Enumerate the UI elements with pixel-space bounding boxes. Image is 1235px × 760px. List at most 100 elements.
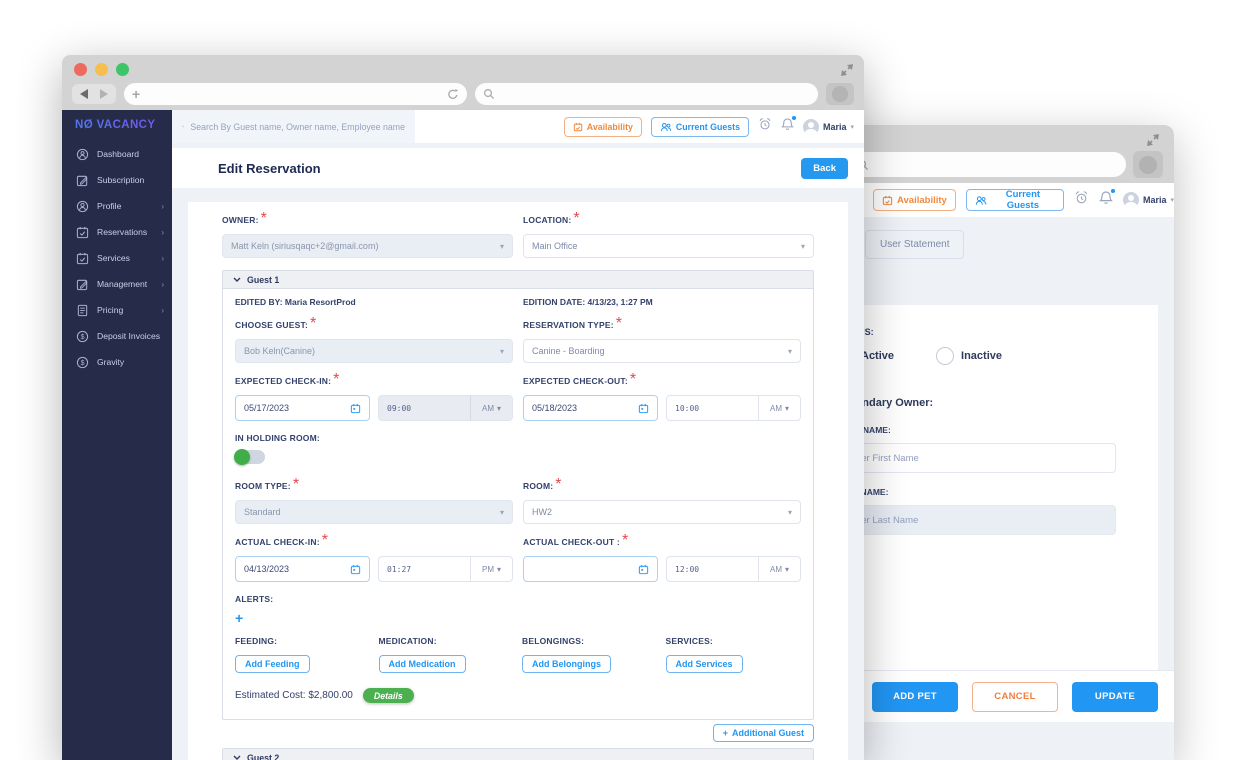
- current-guests-label: Current Guests: [675, 121, 740, 132]
- expected-checkout-date[interactable]: 05/18/2023: [523, 395, 658, 421]
- guest-2-section: Guest 2 EDITED BY: Maria ResortProd EDIT…: [222, 748, 814, 760]
- sidebar: NØ VACANCY Dashboard Subscription Profil…: [62, 110, 172, 760]
- new-tab-icon[interactable]: +: [132, 87, 140, 101]
- additional-guest-button[interactable]: + Additional Guest: [712, 724, 814, 742]
- feeding-label: FEEDING:: [235, 636, 278, 646]
- room-select[interactable]: HW2 ▾: [523, 500, 801, 524]
- sidebar-item-subscription[interactable]: Subscription: [62, 167, 172, 193]
- dollar-circle-icon: $: [76, 356, 89, 368]
- dollar-circle-icon: $: [76, 330, 89, 342]
- availability-label: Availability: [586, 121, 633, 132]
- add-feeding-button[interactable]: Add Feeding: [235, 655, 310, 673]
- choose-guest-select[interactable]: Bob Keln(Canine) ▾: [235, 339, 513, 363]
- forward-nav-icon[interactable]: [100, 89, 108, 99]
- expected-checkout-time[interactable]: 10:00 AM ▾: [666, 395, 801, 421]
- global-search-input[interactable]: Search By Guest name, Owner name, Employ…: [172, 110, 415, 143]
- user-name: Maria: [1142, 195, 1167, 205]
- refresh-icon[interactable]: [447, 88, 459, 101]
- user-menu[interactable]: Maria ▾: [1122, 192, 1174, 208]
- first-name-field[interactable]: [836, 443, 1116, 473]
- add-services-button[interactable]: Add Services: [665, 655, 743, 673]
- search-icon: [182, 125, 185, 128]
- actual-checkin-date[interactable]: 04/13/2023: [235, 556, 370, 582]
- holding-room-toggle[interactable]: [234, 449, 265, 465]
- chevron-down-icon: ▾: [499, 346, 504, 356]
- zoom-window-icon[interactable]: [116, 62, 129, 76]
- svg-text:$: $: [81, 359, 85, 366]
- actual-checkout-time[interactable]: 12:00 AM ▾: [666, 556, 801, 582]
- details-button[interactable]: Details: [362, 688, 414, 703]
- chevron-down-icon: ▾: [784, 564, 789, 574]
- notifications-bell-icon[interactable]: [781, 116, 796, 136]
- browser-avatar[interactable]: [826, 83, 854, 105]
- calendar-icon[interactable]: [638, 403, 649, 414]
- sidebar-item-label: Services: [97, 253, 130, 263]
- close-window-icon[interactable]: [74, 62, 87, 76]
- sidebar-item-pricing[interactable]: Pricing ›: [62, 297, 172, 323]
- chevron-down-icon: ▾: [499, 507, 504, 517]
- chevron-down-icon: ▾: [787, 346, 792, 356]
- update-button[interactable]: UPDATE: [1072, 681, 1158, 712]
- calendar-icon: [882, 195, 893, 205]
- sidebar-item-dashboard[interactable]: Dashboard: [62, 141, 172, 167]
- radio-inactive[interactable]: [936, 347, 955, 365]
- sidebar-item-management[interactable]: Management ›: [62, 271, 172, 297]
- browser-search-field[interactable]: [475, 83, 818, 105]
- sidebar-item-services[interactable]: Services ›: [62, 245, 172, 271]
- calendar-check-icon: [76, 252, 89, 264]
- availability-button[interactable]: Availability: [563, 116, 642, 137]
- url-bar[interactable]: +: [124, 83, 467, 105]
- expected-checkin-time[interactable]: 09:00 AM ▾: [378, 395, 513, 421]
- actual-checkout-date[interactable]: [523, 556, 658, 582]
- add-pet-button[interactable]: ADD PET: [872, 681, 958, 712]
- expected-checkin-date[interactable]: 05/17/2023: [235, 395, 370, 421]
- guest-1-header[interactable]: Guest 1: [223, 271, 813, 289]
- guest-2-header[interactable]: Guest 2: [223, 749, 813, 760]
- dashboard-icon: [76, 148, 89, 160]
- back-button[interactable]: Back: [801, 157, 848, 179]
- window-titlebar: [62, 55, 864, 83]
- document-icon: [77, 304, 88, 316]
- add-belongings-button[interactable]: Add Belongings: [522, 655, 611, 673]
- reservation-type-select[interactable]: Canine - Boarding ▾: [523, 339, 801, 363]
- add-medication-button[interactable]: Add Medication: [378, 655, 466, 673]
- back-nav-icon[interactable]: [80, 89, 88, 99]
- calendar-icon[interactable]: [350, 564, 361, 575]
- expand-icon[interactable]: [1146, 133, 1160, 152]
- sidebar-item-gravity[interactable]: $ Gravity: [62, 349, 172, 375]
- actual-checkin-time[interactable]: 01:27 PM ▾: [378, 556, 513, 582]
- room-type-select[interactable]: Standard ▾: [235, 500, 513, 524]
- availability-button[interactable]: Availability: [873, 189, 956, 211]
- front-browser-window: + NØ VACANCY Dashboard Subscription Prof…: [62, 55, 864, 760]
- sidebar-item-reservations[interactable]: Reservations ›: [62, 219, 172, 245]
- calendar-icon[interactable]: [350, 403, 361, 414]
- current-guests-button[interactable]: Current Guests: [650, 116, 749, 137]
- chevron-down-icon: [233, 755, 241, 760]
- sidebar-item-label: Dashboard: [97, 149, 140, 159]
- expand-icon[interactable]: [840, 63, 854, 82]
- sidebar-item-profile[interactable]: Profile ›: [62, 193, 172, 219]
- sidebar-item-deposit-invoices[interactable]: $ Deposit Invoices: [62, 323, 172, 349]
- minimize-window-icon[interactable]: [95, 62, 108, 76]
- location-select[interactable]: Main Office ▾: [523, 234, 814, 258]
- owner-select[interactable]: Matt Keln (siriusqaqc+2@gmail.com) ▾: [222, 234, 513, 258]
- alarm-icon[interactable]: [758, 117, 772, 136]
- last-name-field[interactable]: [836, 505, 1116, 535]
- edited-by: EDITED BY: Maria ResortProd: [235, 297, 356, 307]
- current-guests-button[interactable]: Current Guests: [965, 189, 1064, 211]
- location-label: LOCATION:: [523, 215, 572, 225]
- availability-label: Availability: [897, 194, 947, 206]
- add-alert-button[interactable]: +: [235, 611, 801, 625]
- calendar-check-icon: [76, 226, 89, 238]
- browser-avatar[interactable]: [1133, 151, 1163, 178]
- notifications-bell-icon[interactable]: [1099, 189, 1115, 210]
- browser-search-field[interactable]: [848, 152, 1126, 177]
- plus-icon: +: [722, 728, 728, 738]
- user-menu[interactable]: Maria ▾: [802, 118, 854, 135]
- alarm-icon[interactable]: [1074, 190, 1089, 210]
- calendar-icon[interactable]: [638, 564, 649, 575]
- current-guests-label: Current Guests: [1005, 189, 1041, 211]
- tab-user-statement[interactable]: User Statement: [865, 230, 965, 259]
- cancel-button[interactable]: CANCEL: [972, 681, 1058, 712]
- edit-icon: [76, 175, 88, 186]
